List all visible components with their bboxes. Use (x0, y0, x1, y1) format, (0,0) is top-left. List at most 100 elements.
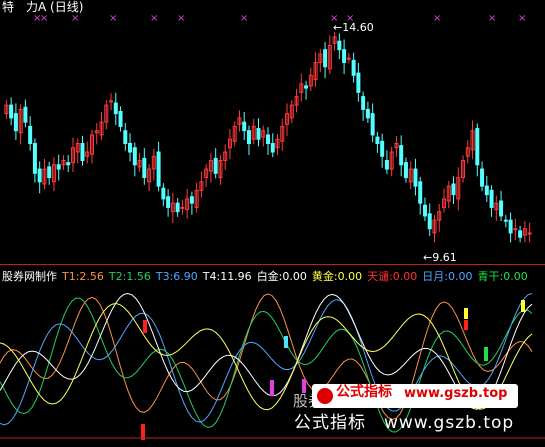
candle (351, 52, 356, 83)
indicator-value-8: 日月:0.00 (422, 270, 473, 283)
chart-canvas: ×× × × × × × × × × × × ←14.60 ←9.61 (0, 13, 545, 440)
indicator-bar (521, 300, 525, 312)
candle (294, 88, 299, 113)
signal-marker: × (150, 13, 158, 24)
candle (437, 204, 442, 232)
candle (299, 73, 304, 102)
low-price-label: ←9.61 (423, 251, 457, 264)
candle (80, 135, 85, 166)
indicator-value-1: T1:2.56 (62, 270, 104, 283)
candle (47, 161, 52, 185)
candle (18, 104, 23, 145)
candle (346, 53, 351, 64)
candle (427, 203, 432, 236)
candle (237, 110, 242, 132)
candle (9, 97, 14, 126)
signal-marker: × (177, 13, 185, 24)
candle (270, 133, 275, 158)
candle (151, 148, 156, 181)
candle (337, 33, 342, 60)
candle (418, 176, 423, 215)
indicator-value-7: 天谴:0.00 (367, 270, 418, 283)
candle (189, 191, 194, 215)
indicator-value-3: T3:6.90 (155, 270, 198, 283)
candle (465, 140, 470, 164)
indicator-lines (0, 292, 533, 433)
candle (4, 100, 9, 119)
candle (218, 155, 223, 185)
watermark-under-text: 公式指标 www.gszb.top (294, 413, 515, 433)
candle (156, 141, 161, 192)
candle (232, 121, 237, 147)
signal-marker: × (71, 13, 79, 24)
candle (161, 183, 166, 207)
candle (132, 142, 137, 177)
candle (499, 190, 504, 222)
candle (422, 197, 427, 222)
indicator-value-5: 白金:0.00 (256, 270, 307, 283)
candle (489, 185, 494, 217)
candle (61, 155, 66, 170)
candle (399, 135, 404, 177)
candle (494, 195, 499, 222)
candle (380, 133, 385, 168)
panel-separator (0, 264, 545, 265)
candle (413, 158, 418, 196)
candle (275, 134, 280, 155)
candle (461, 155, 466, 183)
candle (109, 93, 114, 111)
candle (85, 141, 90, 164)
signal-marker: × (518, 13, 526, 24)
candle (470, 120, 475, 160)
indicator-value-9: 青干:0.00 (477, 270, 528, 283)
candle (13, 103, 18, 141)
high-price-label: ←14.60 (333, 21, 374, 34)
indicator-value-4: T4:11.96 (202, 270, 252, 283)
candle (327, 35, 332, 74)
indicator-value-0: 股券网制作 (2, 270, 57, 283)
candle (142, 148, 147, 185)
candle (75, 138, 80, 164)
candle (513, 218, 518, 241)
candlestick-series (4, 31, 532, 243)
candle (256, 118, 261, 147)
candle (308, 67, 313, 92)
indicator-bar (284, 336, 288, 348)
candle (261, 125, 266, 147)
signal-marker: × (40, 13, 48, 24)
indicator-bar (464, 308, 468, 319)
candle (332, 31, 337, 51)
candle (56, 154, 61, 181)
candle (246, 125, 251, 155)
indicator-bar (484, 347, 488, 361)
candle (99, 111, 104, 141)
candle (289, 100, 294, 124)
candle (32, 138, 37, 183)
candle (137, 152, 142, 173)
indicator-value-2: T2:1.56 (108, 270, 151, 283)
candle (285, 103, 290, 136)
candle (522, 221, 527, 243)
candle (113, 92, 118, 126)
candle (484, 175, 489, 202)
candle (185, 188, 190, 219)
candle (227, 128, 232, 160)
candle (356, 62, 361, 102)
candle (403, 157, 408, 183)
candle (408, 161, 413, 190)
candle (384, 150, 389, 175)
candle (375, 131, 380, 153)
candle (147, 163, 152, 192)
candle (446, 180, 451, 209)
candle (280, 118, 285, 151)
signal-marker: × (109, 13, 117, 24)
indicator-bar (302, 379, 306, 393)
candle (37, 161, 42, 194)
candle (204, 163, 209, 187)
watermark-url: www.gszb.top (404, 386, 508, 401)
signal-marker: × (433, 13, 441, 24)
candle (23, 99, 28, 128)
candle (104, 100, 109, 130)
candle (304, 80, 309, 100)
watermark-badge-text: 公式指标 (336, 384, 392, 400)
